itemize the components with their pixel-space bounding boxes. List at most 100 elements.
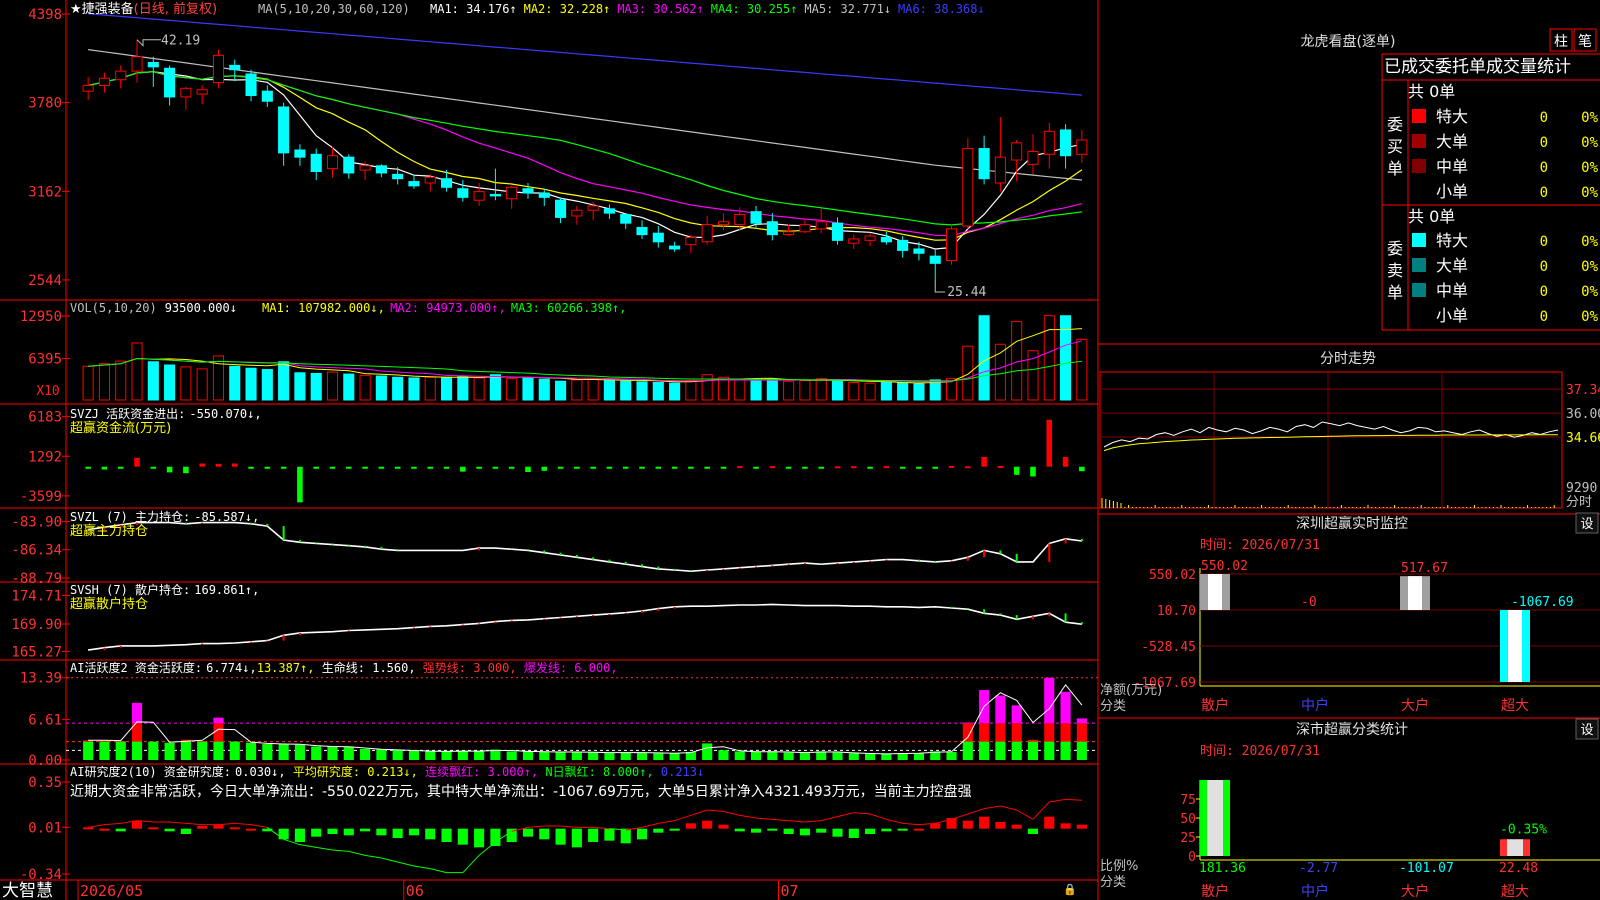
- research-bar: [197, 826, 208, 829]
- candle-body: [994, 156, 1006, 184]
- activity-bar-burst: [1044, 677, 1055, 724]
- research-avg-line: [413, 865, 431, 870]
- activity-bar: [1027, 741, 1039, 760]
- activity-bar-strong: [1060, 723, 1071, 742]
- activity-bar: [767, 751, 778, 760]
- ma-legend-item: MA4: 30.255↑: [711, 2, 798, 16]
- stock-terminal[interactable]: 4398 3780 3162 2544 42.19 25.44 12950 6395 6183 1…: [0, 0, 1600, 900]
- svzj-bar: [981, 457, 987, 467]
- svg-text:SVZJ 活跃资金进出:-550.070↓,: SVZJ 活跃资金进出: -550.070↓,: [70, 406, 262, 421]
- fs-frame: [1099, 371, 1563, 509]
- activity-bar: [327, 746, 338, 760]
- order-pct: 0%: [1581, 284, 1598, 300]
- research-bar: [897, 828, 908, 831]
- volume-bar: [620, 380, 632, 401]
- volume-bar: [229, 365, 241, 401]
- research-avg-line: [853, 812, 871, 815]
- vol-value: 93500.000: [165, 301, 230, 315]
- activity-bar: [718, 750, 729, 760]
- svzj-tick-label: -3599: [20, 489, 62, 505]
- activity-bar-strong: [1011, 723, 1022, 742]
- ai2-last: 0.213: [661, 765, 697, 779]
- svzj-bar: [313, 466, 319, 469]
- activity-bar-strong: [962, 723, 973, 742]
- research-bar: [913, 828, 925, 831]
- svzj-bar: [671, 466, 678, 469]
- stock-name: 捷强装备: [82, 1, 134, 17]
- order-swatch: [1412, 184, 1426, 198]
- order-pct: 0%: [1581, 135, 1598, 151]
- research-bar: [343, 828, 354, 836]
- sz-category-label: 散户: [1201, 697, 1229, 714]
- ai2-cont-arrow: ↑: [524, 765, 531, 779]
- order-swatch: [1412, 258, 1426, 272]
- ai1-burst: 爆发线: 6.000: [524, 660, 611, 675]
- svzj-bar: [769, 466, 776, 469]
- svzl-line: [87, 521, 1083, 573]
- svzj-bar: [834, 466, 841, 469]
- right-side: 龙虎看盘(逐单) 柱 笔 已成交委托单成交量统计 共 0单 共 0单 委买单 委…: [1100, 28, 1599, 890]
- activity-bar: [734, 751, 745, 760]
- svzj-bar: [883, 466, 890, 469]
- bar-toggle-label: 柱: [1554, 34, 1568, 50]
- svzj-bar: [785, 466, 792, 469]
- research-avg-line: [641, 822, 659, 828]
- volume-bar: [489, 374, 501, 401]
- side-label-char: 单: [1387, 283, 1403, 302]
- svzj-bar: [117, 466, 124, 469]
- candle-body: [799, 224, 811, 233]
- ai2-tick-label: 0.01: [28, 820, 62, 836]
- order-swatch: [1412, 134, 1426, 148]
- fs-tick-label: 37.34: [1566, 383, 1600, 398]
- activity-bar: [311, 746, 322, 760]
- activity-bar: [702, 743, 713, 760]
- order-name: 大单: [1436, 132, 1468, 151]
- cls-category-label: 散户: [1201, 883, 1229, 900]
- candle-body: [766, 221, 778, 236]
- research-bar: [327, 828, 338, 834]
- research-avg-line: [397, 861, 415, 867]
- svsh-header: SVSH (7) 散户持仓:: [70, 582, 190, 597]
- buy-total: 共 0单: [1408, 82, 1455, 101]
- activity-bar: [213, 741, 224, 760]
- volume-bar: [440, 376, 453, 401]
- volume-bar: [1043, 315, 1055, 401]
- research-bar: [799, 828, 810, 836]
- low-label: 25.44: [947, 285, 986, 300]
- candle-body: [652, 232, 664, 243]
- date-labels: 2026/05 06 07: [77, 880, 799, 900]
- volume-bar: [473, 377, 485, 401]
- candle-body: [440, 178, 453, 188]
- activity-bar-strong: [197, 740, 208, 742]
- research-avg-line: [593, 826, 610, 830]
- volume-bar: [750, 380, 762, 401]
- order-pct: 0%: [1581, 110, 1598, 126]
- research-bar: [669, 828, 680, 831]
- sz-ylabel: 净额(万元): [1100, 683, 1162, 698]
- sz-category-label: 中户: [1301, 697, 1329, 714]
- activity-bar-burst: [131, 702, 143, 724]
- candle-body: [555, 199, 567, 218]
- vol-header: VOL(5,10,20): [70, 301, 157, 315]
- activity-bar: [245, 742, 257, 760]
- research-avg-line: [527, 825, 545, 828]
- candle-body: [897, 239, 909, 251]
- activity-bar: [262, 744, 273, 760]
- svzj-bar: [508, 466, 515, 469]
- svzj-bar: [280, 466, 287, 469]
- ma-legend-item: MA5: 32.771↓: [804, 2, 891, 16]
- sz-tick-label: 10.70: [1157, 604, 1196, 619]
- candle-body: [734, 214, 746, 226]
- research-bar: [604, 828, 615, 841]
- svzj-bar: [394, 466, 401, 469]
- activity-bar-burst: [1060, 691, 1071, 724]
- research-bar: [816, 828, 827, 833]
- research-bar: [474, 828, 485, 848]
- sz-bar-highlight: [1508, 610, 1522, 682]
- research-bar: [360, 828, 371, 832]
- research-bar: [115, 828, 126, 832]
- candle-body: [506, 186, 518, 200]
- research-avg-line: [772, 818, 789, 822]
- candle-body: [1060, 129, 1072, 157]
- vol-unit: X10: [36, 384, 59, 399]
